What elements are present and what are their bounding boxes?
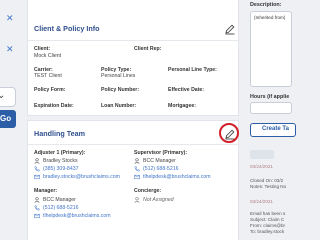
highlight-circle (219, 123, 239, 143)
pencil-icon[interactable] (224, 23, 236, 35)
description-value: (Inherited from) (254, 15, 286, 20)
note-text: Notes: Testing No (250, 184, 287, 189)
go-button[interactable]: Go (0, 110, 16, 128)
manager-label: Manager: (34, 188, 58, 194)
close-icon[interactable]: ✕ (6, 45, 14, 55)
client-rep-label: Client Rep: (134, 46, 162, 52)
policy-type-value: Personal Lines (101, 73, 136, 79)
hours-label: Hours (if applie (250, 94, 290, 100)
client-label: Client: (34, 46, 51, 52)
person-icon (34, 197, 40, 203)
manager-email-link[interactable]: tlhelpdesk@brushclaims.com (43, 213, 111, 219)
close-icon[interactable]: ✕ (6, 14, 14, 24)
adjuster-phone-link[interactable]: (385) 309-8437 (43, 166, 78, 172)
phone-icon (34, 166, 40, 172)
email-icon (134, 174, 140, 180)
client-policy-card: Client & Policy Info Client: Mock Client… (27, 0, 239, 116)
supervisor-phone-link[interactable]: (512) 688-5216 (143, 166, 178, 172)
section-title: Client & Policy Info (34, 24, 100, 33)
section-title: Handling Team (34, 129, 85, 138)
adjuster-name: Bradley Stocks (43, 158, 78, 164)
filter-select[interactable]: ⌄ (0, 87, 16, 107)
hours-input[interactable] (250, 102, 292, 114)
phone-icon (134, 166, 140, 172)
email-icon (34, 213, 40, 219)
manager-phone-link[interactable]: (512) 688-5216 (43, 205, 78, 211)
email-icon (34, 174, 40, 180)
concierge-label: Concierge: (134, 188, 162, 194)
left-panel: ✕ ✕ ⌄ Go (0, 0, 18, 240)
handling-team-card: Handling Team Adjuster 1 (Primary): Brad… (27, 120, 239, 240)
note-date: 03/24/2021 (250, 199, 273, 204)
adjuster-label: Adjuster 1 (Primary): (34, 150, 86, 156)
person-icon (34, 158, 40, 164)
supervisor-label: Supervisor (Primary): (134, 150, 188, 156)
note-date: 03/24/2021 (250, 164, 273, 169)
expiration-date-label: Expiration Date: (34, 103, 74, 109)
client-value: Mock Client (34, 53, 62, 59)
divider (28, 40, 238, 41)
supervisor-email-link[interactable]: tlhelpdesk@brushclaims.com (143, 174, 211, 180)
chevron-down-icon: ⌄ (0, 90, 6, 101)
divider (28, 144, 238, 145)
loan-number-label: Loan Number: (101, 103, 137, 109)
mortgagee-label: Mortgagee: (168, 103, 196, 109)
effective-date-label: Effective Date: (168, 87, 205, 93)
person-icon (134, 158, 140, 164)
concierge-value: Not Assigned (143, 197, 174, 203)
personal-line-type-label: Personal Line Type: (168, 67, 217, 73)
right-panel: Description: (Inherited from) Hours (if … (246, 0, 296, 240)
carrier-value: TEST Client (34, 73, 62, 79)
supervisor-name: BCC Manager (143, 158, 176, 164)
note-tag (250, 150, 274, 159)
manager-name: BCC Manager (43, 197, 76, 203)
adjuster-email-link[interactable]: bradley.stocks@brushclaims.com (43, 174, 120, 180)
phone-icon (34, 205, 40, 211)
policy-form-label: Policy Form: (34, 87, 66, 93)
description-label: Description: (250, 2, 282, 8)
policy-number-label: Policy Number: (101, 87, 140, 93)
person-icon (134, 197, 140, 203)
description-textarea[interactable]: (Inherited from) (250, 11, 292, 87)
note-text: To: bradley.stock (250, 229, 285, 234)
create-task-button[interactable]: Create Ta (250, 123, 296, 137)
